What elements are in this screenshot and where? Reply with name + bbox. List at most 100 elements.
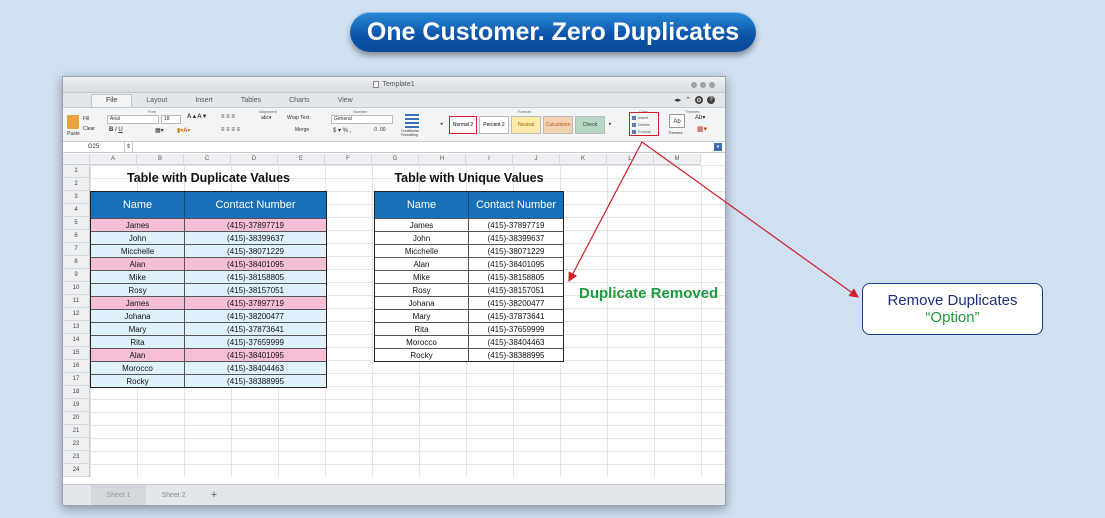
contact-cell[interactable]: (415)-38399637 <box>185 232 326 244</box>
sheet-grid[interactable]: ABCDEFGHIJKLM 1 2 3 4 5 6 7 8 9 10 11 12 13 14 15 16 17 1… <box>63 154 725 486</box>
contact-cell[interactable]: (415)-38158805 <box>185 271 326 283</box>
format-cells-button[interactable]: Format <box>632 128 656 135</box>
name-cell[interactable]: Rosy <box>91 284 185 296</box>
column-header[interactable]: B <box>137 154 184 165</box>
tab-charts[interactable]: Charts <box>275 97 324 107</box>
contact-cell[interactable]: (415)-38404463 <box>469 336 563 348</box>
contact-cell[interactable]: (415)-38388995 <box>185 375 326 387</box>
name-cell[interactable]: Alan <box>91 349 185 361</box>
collapse-ribbon-icon[interactable]: ⌃ <box>685 96 691 104</box>
table-row[interactable]: Rosy (415)-38157051 <box>375 283 563 296</box>
name-cell[interactable]: Johana <box>91 310 185 322</box>
style-check[interactable]: Check <box>575 116 605 134</box>
bold-italic-underline-icons[interactable]: B I U <box>109 127 123 133</box>
column-header[interactable]: E <box>278 154 325 165</box>
style-neutral[interactable]: Neutral <box>511 116 541 134</box>
settings-icon[interactable]: ⚙ <box>695 96 703 104</box>
contact-cell[interactable]: (415)-38401095 <box>185 349 326 361</box>
contact-cell[interactable]: (415)-38071229 <box>469 245 563 257</box>
table-row[interactable]: Morocco (415)-38404463 <box>91 361 326 374</box>
table-row[interactable]: Mary (415)-37873641 <box>375 309 563 322</box>
column-header[interactable]: F <box>325 154 372 165</box>
select-all-corner[interactable] <box>63 154 90 165</box>
row-header[interactable]: 9 <box>63 269 90 282</box>
row-header[interactable]: 5 <box>63 217 90 230</box>
name-cell[interactable]: Alan <box>91 258 185 270</box>
table-row[interactable]: Micchelle (415)-38071229 <box>91 244 326 257</box>
font-size-arrows-icon[interactable]: A▲A▼ <box>187 114 208 120</box>
tab-file[interactable]: File <box>91 94 133 107</box>
row-header[interactable]: 17 <box>63 373 90 386</box>
contact-cell[interactable]: (415)-38200477 <box>185 310 326 322</box>
row-header[interactable]: 6 <box>63 230 90 243</box>
row-header[interactable]: 3 <box>63 191 90 204</box>
tab-view[interactable]: View <box>324 97 367 107</box>
styles-scroll-right-icon[interactable]: ▸ <box>609 121 612 127</box>
insert-cells-button[interactable]: Insert <box>632 114 656 121</box>
table-row[interactable]: Mary (415)-37873641 <box>91 322 326 335</box>
table-row[interactable]: James (415)-37897719 <box>91 218 326 231</box>
table-row[interactable]: John (415)-38399637 <box>375 231 563 244</box>
sheet-tab-2[interactable]: Sheet 2 <box>146 485 201 505</box>
table-row[interactable]: Rocky (415)-38388995 <box>375 348 563 361</box>
contact-cell[interactable]: (415)-37873641 <box>469 310 563 322</box>
tab-layout[interactable]: Layout <box>132 97 181 107</box>
table-row[interactable]: Mike (415)-38158805 <box>91 270 326 283</box>
name-cell[interactable]: Mike <box>91 271 185 283</box>
row-header[interactable]: 14 <box>63 334 90 347</box>
tab-insert[interactable]: Insert <box>181 97 227 107</box>
row-header[interactable]: 23 <box>63 451 90 464</box>
row-header[interactable]: 2 <box>63 178 90 191</box>
table-row[interactable]: Micchelle (415)-38071229 <box>375 244 563 257</box>
theme-fonts-icon[interactable]: Ab▾ <box>695 114 705 121</box>
table-row[interactable]: Alan (415)-38401095 <box>91 348 326 361</box>
name-cell[interactable]: James <box>91 297 185 309</box>
table-row[interactable]: James (415)-37897719 <box>91 296 326 309</box>
contact-cell[interactable]: (415)-38388995 <box>469 349 563 361</box>
column-header[interactable]: L <box>607 154 654 165</box>
table-row[interactable]: Rosy (415)-38157051 <box>91 283 326 296</box>
delete-cells-button[interactable]: Delete <box>632 121 656 128</box>
table-row[interactable]: Rita (415)-37659999 <box>375 322 563 335</box>
row-header[interactable]: 1 <box>63 165 90 178</box>
formula-input[interactable] <box>133 142 714 152</box>
add-sheet-button[interactable]: + <box>201 485 227 505</box>
row-header[interactable]: 15 <box>63 347 90 360</box>
name-cell[interactable]: Johana <box>375 297 469 309</box>
style-normal-2[interactable]: Normal 2 <box>449 116 477 134</box>
row-header[interactable]: 18 <box>63 386 90 399</box>
name-cell[interactable]: Rocky <box>91 375 185 387</box>
name-box[interactable]: G25 <box>63 142 125 152</box>
contact-cell[interactable]: (415)-38200477 <box>469 297 563 309</box>
contact-cell[interactable]: (415)-38158805 <box>469 271 563 283</box>
name-cell[interactable]: Mike <box>375 271 469 283</box>
table-row[interactable]: Rocky (415)-38388995 <box>91 374 326 387</box>
fill-button[interactable]: Fill <box>83 116 89 122</box>
table-row[interactable]: James (415)-37897719 <box>375 218 563 231</box>
theme-colors-icon[interactable]: ▦▾ <box>697 125 707 133</box>
number-format-select[interactable]: General <box>331 115 393 124</box>
column-header[interactable]: C <box>184 154 231 165</box>
row-header[interactable]: 21 <box>63 425 90 438</box>
table-row[interactable]: Johana (415)-38200477 <box>91 309 326 322</box>
row-header[interactable]: 19 <box>63 399 90 412</box>
contact-cell[interactable]: (415)-37873641 <box>185 323 326 335</box>
name-cell[interactable]: Alan <box>375 258 469 270</box>
merge-button[interactable]: Merge <box>295 127 309 133</box>
table-row[interactable]: Rita (415)-37659999 <box>91 335 326 348</box>
name-cell[interactable]: James <box>91 219 185 231</box>
row-header[interactable]: 4 <box>63 204 90 217</box>
contact-cell[interactable]: (415)-38157051 <box>469 284 563 296</box>
column-header[interactable]: A <box>90 154 137 165</box>
row-header[interactable]: 16 <box>63 360 90 373</box>
font-name-select[interactable]: Arial <box>107 115 159 124</box>
contact-cell[interactable]: (415)-37897719 <box>185 297 326 309</box>
name-cell[interactable]: Rosy <box>375 284 469 296</box>
name-cell[interactable]: Rita <box>375 323 469 335</box>
row-header[interactable]: 24 <box>63 464 90 477</box>
font-color-icon[interactable]: ▮▾A▾ <box>177 127 190 134</box>
table-row[interactable]: Morocco (415)-38404463 <box>375 335 563 348</box>
style-percent-2[interactable]: Percent 2 <box>479 116 509 134</box>
column-header[interactable]: M <box>654 154 701 165</box>
table-row[interactable]: Alan (415)-38401095 <box>91 257 326 270</box>
